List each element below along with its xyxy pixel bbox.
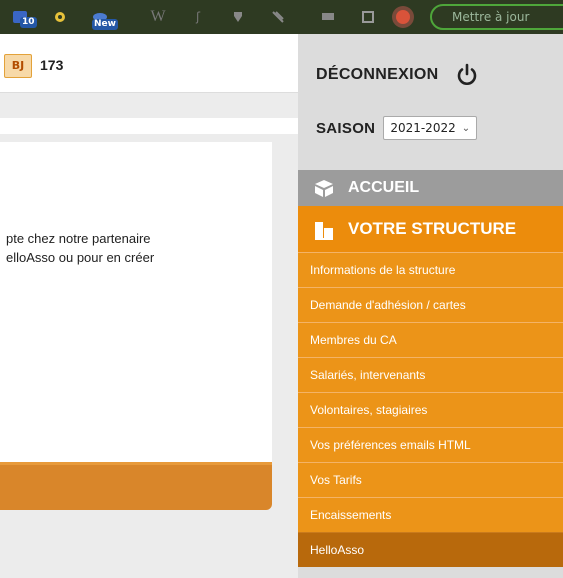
menu-item-volontaires[interactable]: Volontaires, stagiaires [298, 392, 563, 427]
wordpress-icon[interactable]: W [148, 7, 168, 27]
count-badge: 10 [20, 17, 37, 28]
plugin-icon[interactable]: ʃ [188, 7, 208, 27]
menu-votre-structure-label: VOTRE STRUCTURE [348, 219, 517, 238]
thumbtack-icon[interactable] [268, 7, 288, 27]
season-value: 2021-2022 [390, 121, 456, 135]
new-badge: New [92, 19, 118, 30]
gear-icon[interactable] [50, 7, 70, 27]
menu-votre-structure[interactable]: VOTRE STRUCTURE [298, 206, 563, 252]
helloasso-card: pte chez notre partenaire elloAsso ou po… [0, 142, 272, 487]
season-select[interactable]: 2021-2022 ⌄ [383, 116, 478, 140]
user-badge-icon[interactable] [392, 6, 414, 28]
logout-row[interactable]: DÉCONNEXION [316, 62, 480, 88]
bj-icon: BJ [4, 54, 32, 78]
building-icon [312, 219, 336, 240]
separator-bar [0, 118, 298, 134]
power-icon[interactable] [454, 62, 480, 88]
menu-item-helloasso[interactable]: HelloAsso [298, 532, 563, 567]
pin-icon[interactable] [228, 7, 248, 27]
stats-bar: BJ 173 [0, 34, 298, 93]
menu-item-tarifs[interactable]: Vos Tarifs [298, 462, 563, 497]
menu-item-membres-ca[interactable]: Membres du CA [298, 322, 563, 357]
bj-count: 173 [40, 57, 64, 73]
menu-item-informations[interactable]: Informations de la structure [298, 252, 563, 287]
season-label: SAISON [316, 119, 376, 137]
page-icon[interactable] [358, 7, 378, 27]
menu-accueil-label: ACCUEIL [348, 179, 420, 196]
cube-icon [312, 178, 336, 198]
card-text-line: pte chez notre partenaire [6, 231, 151, 246]
menu-item-demande-adhesion[interactable]: Demande d'adhésion / cartes [298, 287, 563, 322]
sidebar: DÉCONNEXION SAISON 2021-2022 ⌄ ACCUEIL V… [298, 34, 563, 578]
menu-item-preferences-emails[interactable]: Vos préférences emails HTML [298, 427, 563, 462]
logout-label[interactable]: DÉCONNEXION [316, 66, 438, 84]
comment-icon[interactable] [318, 7, 338, 27]
menu-item-encaissements[interactable]: Encaissements [298, 497, 563, 532]
update-button[interactable]: Mettre à jour [430, 4, 563, 30]
card-text: pte chez notre partenaire elloAsso ou po… [6, 229, 268, 267]
chevron-down-icon: ⌄ [461, 122, 471, 134]
main-content: BJ 173 pte chez notre partenaire elloAss… [0, 34, 298, 578]
menu-item-salaries[interactable]: Salariés, intervenants [298, 357, 563, 392]
menu-accueil[interactable]: ACCUEIL [298, 170, 563, 206]
card-action-bar[interactable] [0, 462, 272, 510]
season-row: SAISON 2021-2022 ⌄ [316, 116, 478, 140]
card-text-line: elloAsso ou pour en créer [6, 250, 155, 265]
structure-menu-list: Informations de la structure Demande d'a… [298, 252, 563, 567]
admin-toolbar: 10 New W ʃ Mettre à jour [0, 0, 563, 34]
